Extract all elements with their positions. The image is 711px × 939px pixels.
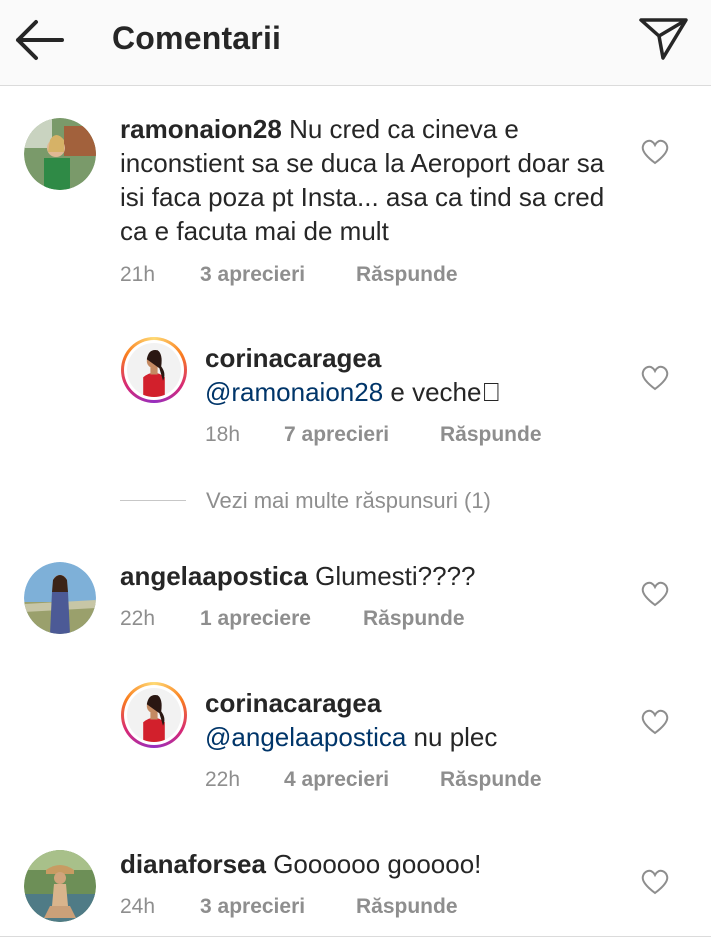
comment-username[interactable]: corinacaragea xyxy=(205,341,625,375)
avatar-photo xyxy=(127,688,181,742)
avatar[interactable] xyxy=(121,682,187,748)
comment-username[interactable]: angelaapostica xyxy=(120,561,308,591)
comment-time: 22h xyxy=(205,768,241,791)
reply-button[interactable]: Răspunde xyxy=(356,895,458,919)
avatar[interactable] xyxy=(24,850,96,922)
divider xyxy=(120,500,186,501)
comment-time: 18h xyxy=(205,423,241,446)
reply-button[interactable]: Răspunde xyxy=(363,607,465,631)
mention-link[interactable]: @angelaapostica xyxy=(205,722,406,752)
avatar-photo xyxy=(24,850,96,922)
arrow-left-icon xyxy=(16,20,64,60)
comment-text: Glumesti???? xyxy=(315,561,476,591)
likes-count[interactable]: 1 apreciere xyxy=(200,607,311,631)
reply-button[interactable]: Răspunde xyxy=(440,768,542,792)
reply-button[interactable]: Răspunde xyxy=(356,263,458,287)
back-button[interactable] xyxy=(10,14,68,66)
view-more-replies-link[interactable]: Vezi mai multe răspunsuri (1) xyxy=(206,488,491,514)
likes-count[interactable]: 4 aprecieri xyxy=(284,768,389,792)
comment-username[interactable]: corinacaragea xyxy=(205,686,625,720)
send-paper-plane-icon xyxy=(639,18,688,60)
page-title: Comentarii xyxy=(112,20,282,56)
comment-text: Goooooo gooooo! xyxy=(273,849,482,879)
avatar-photo xyxy=(24,562,96,634)
heart-icon[interactable] xyxy=(641,139,669,165)
comment-text: nu plec xyxy=(413,722,498,752)
share-button[interactable] xyxy=(636,12,692,64)
likes-count[interactable]: 7 aprecieri xyxy=(284,423,389,447)
avatar[interactable] xyxy=(24,562,96,634)
heart-icon[interactable] xyxy=(641,709,669,735)
avatar[interactable] xyxy=(24,118,96,190)
comment-text: e veche  xyxy=(390,377,501,407)
heart-icon[interactable] xyxy=(641,365,669,391)
mention-link[interactable]: @ramonaion28 xyxy=(205,377,383,407)
divider xyxy=(0,936,711,937)
avatar-photo xyxy=(24,118,96,190)
likes-count[interactable]: 3 aprecieri xyxy=(200,895,305,919)
comment-username[interactable]: dianaforsea xyxy=(120,849,266,879)
reply-button[interactable]: Răspunde xyxy=(440,423,542,447)
avatar[interactable] xyxy=(121,337,187,403)
heart-icon[interactable] xyxy=(641,869,669,895)
heart-icon[interactable] xyxy=(641,581,669,607)
comment-time: 21h xyxy=(120,263,156,286)
avatar-photo xyxy=(127,343,181,397)
top-bar: Comentarii xyxy=(0,0,711,86)
comment-username[interactable]: ramonaion28 xyxy=(120,114,282,144)
comment-time: 22h xyxy=(120,607,156,630)
likes-count[interactable]: 3 aprecieri xyxy=(200,263,305,287)
comment-time: 24h xyxy=(120,895,156,918)
